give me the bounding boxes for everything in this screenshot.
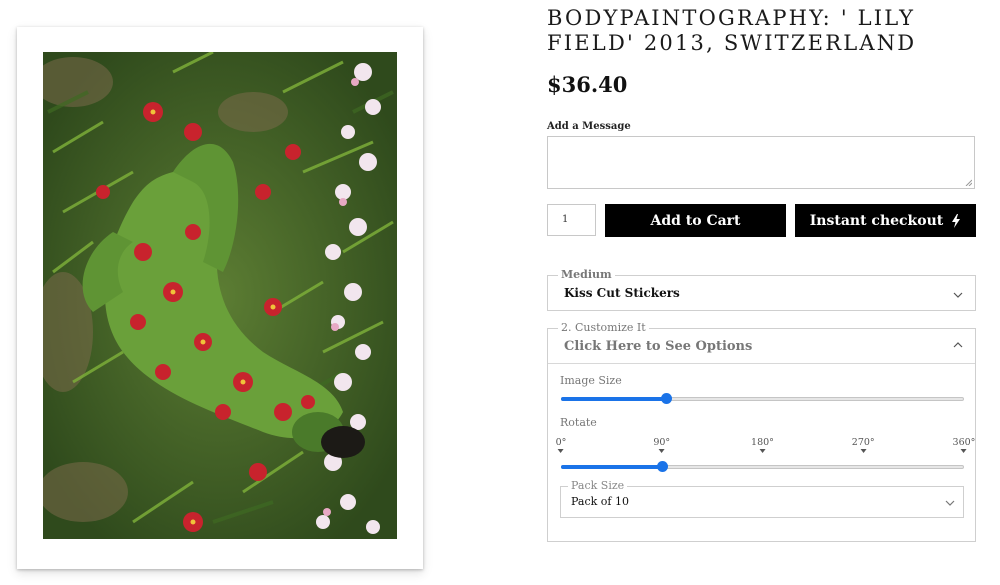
- resize-grip-icon[interactable]: [965, 179, 972, 186]
- lightning-bolt-icon: [952, 213, 961, 228]
- tick-marker-icon: [860, 449, 867, 453]
- tick-marker-icon: [658, 449, 665, 453]
- pack-size-selected-value: Pack of 10: [571, 495, 629, 508]
- tick-marker-icon: [557, 449, 564, 453]
- rotate-ticks: 0° 90° 180° 270° 360°: [556, 437, 975, 457]
- product-print-frame: [17, 27, 423, 569]
- medium-selected-value: Kiss Cut Stickers: [564, 286, 680, 300]
- rotate-tick: 180°: [751, 437, 774, 453]
- rotate-tick-label: 270°: [851, 437, 875, 448]
- rotate-tick-label: 0°: [555, 437, 567, 448]
- customize-toggle-label: Click Here to See Options: [564, 339, 753, 354]
- product-price: $36.40: [547, 72, 628, 97]
- image-size-label: Image Size: [560, 374, 622, 387]
- chevron-down-icon: [953, 292, 963, 298]
- customize-panel: 2. Customize It Click Here to See Option…: [547, 321, 976, 542]
- tick-marker-icon: [759, 449, 766, 453]
- quantity-input[interactable]: 1: [547, 204, 596, 236]
- pack-size-legend: Pack Size: [568, 479, 628, 493]
- rotate-slider[interactable]: [561, 461, 964, 473]
- product-title: BODYPAINTOGRAPHY: ' LILY FIELD' 2013, SW…: [547, 6, 917, 55]
- instant-checkout-button[interactable]: Instant checkout: [795, 204, 976, 237]
- instant-checkout-label: Instant checkout: [809, 212, 944, 229]
- rotate-tick-label: 360°: [952, 437, 976, 448]
- chevron-up-icon: [953, 342, 963, 348]
- message-textarea[interactable]: [547, 136, 975, 189]
- medium-select[interactable]: Medium Kiss Cut Stickers: [547, 268, 976, 311]
- add-to-cart-label: Add to Cart: [650, 212, 741, 229]
- add-to-cart-button[interactable]: Add to Cart: [605, 204, 786, 237]
- rotate-tick-label: 90°: [653, 437, 671, 448]
- rotate-fill: [561, 465, 662, 469]
- customize-divider: [548, 363, 975, 364]
- rotate-tick: 360°: [952, 437, 976, 453]
- rotate-thumb[interactable]: [656, 461, 668, 472]
- chevron-down-icon: [945, 500, 955, 506]
- rotate-tick-label: 180°: [751, 437, 774, 448]
- product-image[interactable]: [43, 52, 397, 539]
- rotate-tick: 90°: [653, 437, 670, 453]
- customize-toggle[interactable]: Click Here to See Options: [548, 329, 975, 363]
- image-size-thumb[interactable]: [660, 393, 672, 404]
- image-size-fill: [561, 397, 666, 401]
- pack-size-select[interactable]: Pack Size Pack of 10: [560, 479, 964, 518]
- medium-legend: Medium: [558, 268, 615, 282]
- rotate-tick: 0°: [555, 437, 567, 453]
- message-label: Add a Message: [547, 121, 631, 132]
- rotate-tick: 270°: [852, 437, 875, 453]
- image-size-slider[interactable]: [561, 393, 964, 405]
- rotate-label: Rotate: [560, 416, 597, 429]
- lily-field-photo: [43, 52, 397, 539]
- tick-marker-icon: [960, 449, 967, 453]
